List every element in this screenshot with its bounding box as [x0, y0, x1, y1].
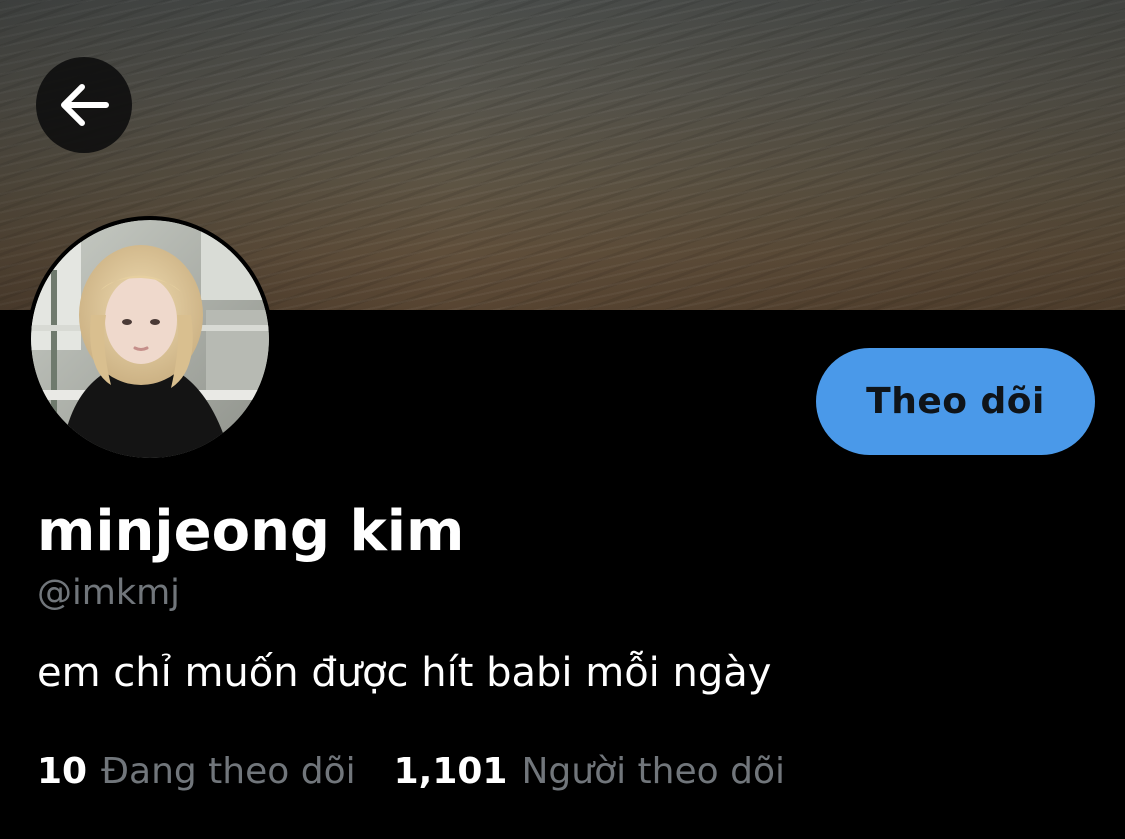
arrow-left-icon	[58, 82, 110, 128]
avatar-image	[31, 220, 269, 458]
following-count: 10	[37, 751, 88, 792]
profile-bio: em chỉ muốn được hít babi mỗi ngày	[37, 650, 772, 696]
username-handle: @imkmj	[37, 573, 180, 613]
followers-stat[interactable]: 1,101 Người theo dõi	[394, 748, 785, 796]
profile-stats: 10 Đang theo dõi 1,101 Người theo dõi	[37, 748, 785, 796]
following-stat[interactable]: 10 Đang theo dõi	[37, 748, 356, 796]
follow-button[interactable]: Theo dõi	[816, 348, 1095, 455]
display-name: minjeong kim	[37, 499, 465, 564]
followers-label: Người theo dõi	[521, 751, 785, 792]
following-label: Đang theo dõi	[101, 751, 356, 792]
avatar[interactable]	[27, 216, 273, 462]
back-button[interactable]	[36, 57, 132, 153]
followers-count: 1,101	[393, 751, 508, 792]
